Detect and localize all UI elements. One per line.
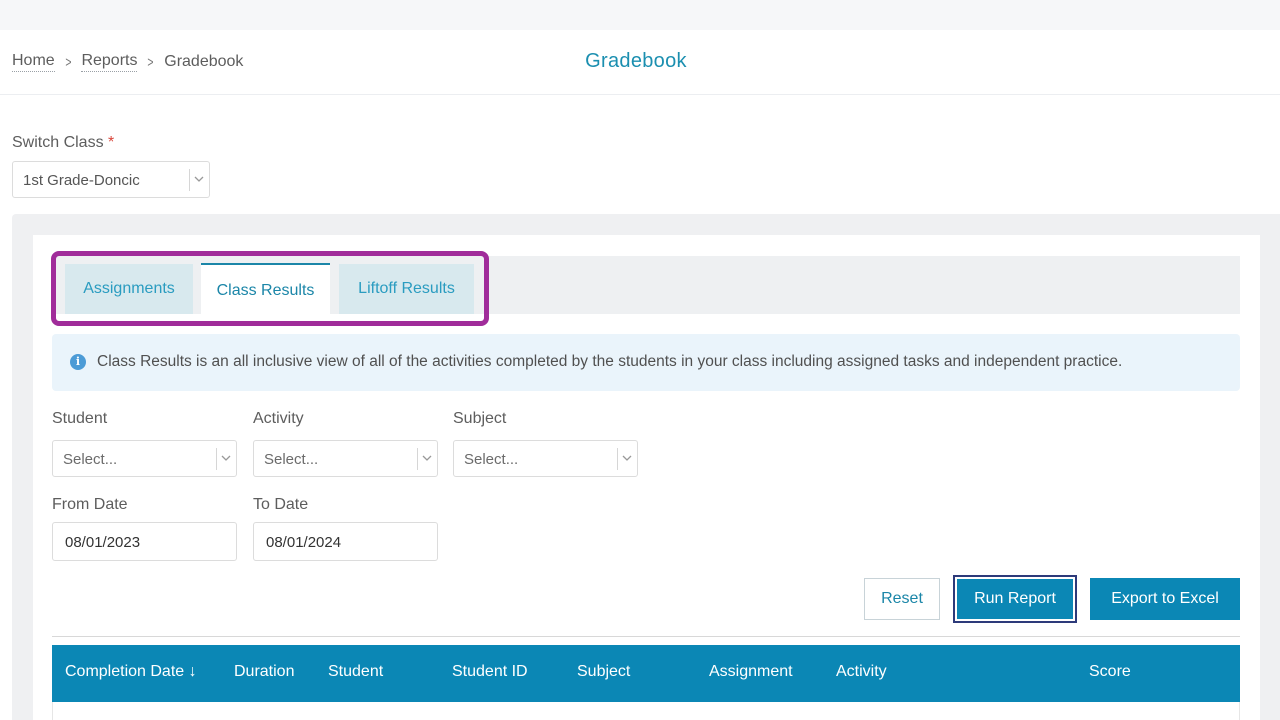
select-divider — [617, 448, 618, 470]
switch-class-select[interactable]: 1st Grade-Doncic — [12, 161, 210, 198]
switch-class-label-text: Switch Class — [12, 134, 104, 151]
info-text: Class Results is an all inclusive view o… — [97, 353, 1123, 370]
table-divider — [52, 636, 1240, 637]
sort-down-icon: ↓ — [188, 663, 197, 680]
results-table-body — [52, 702, 1240, 720]
chevron-down-icon — [221, 455, 231, 461]
tab-class-results[interactable]: Class Results — [201, 263, 330, 315]
run-report-button[interactable]: Run Report — [953, 575, 1077, 623]
info-icon: i — [70, 354, 86, 370]
to-date-input[interactable]: 08/01/2024 — [253, 522, 438, 561]
chevron-down-icon — [194, 176, 204, 182]
column-header-student[interactable]: Student — [328, 663, 383, 681]
student-label: Student — [52, 410, 108, 427]
column-header-completion-date-label: Completion Date — [65, 663, 185, 680]
from-date-input[interactable]: 08/01/2023 — [52, 522, 237, 561]
select-divider — [216, 448, 217, 470]
page-header: Home > Reports > Gradebook Gradebook — [0, 30, 1280, 95]
column-header-score[interactable]: Score — [1089, 663, 1131, 681]
subject-label: Subject — [453, 410, 507, 427]
select-divider — [189, 169, 190, 191]
subject-select-placeholder: Select... — [464, 451, 519, 468]
export-to-excel-button[interactable]: Export to Excel — [1090, 578, 1240, 620]
column-header-assignment[interactable]: Assignment — [709, 663, 793, 681]
from-date-label: From Date — [52, 496, 128, 513]
column-header-student-id[interactable]: Student ID — [452, 663, 528, 681]
student-select-placeholder: Select... — [63, 451, 118, 468]
column-header-subject[interactable]: Subject — [577, 663, 630, 681]
chevron-down-icon — [422, 455, 432, 461]
reset-button[interactable]: Reset — [864, 578, 940, 620]
column-header-completion-date[interactable]: Completion Date ↓ — [65, 663, 197, 681]
activity-select[interactable]: Select... — [253, 440, 438, 477]
column-header-duration[interactable]: Duration — [234, 663, 294, 681]
subject-select[interactable]: Select... — [453, 440, 638, 477]
switch-class-label: Switch Class * — [12, 134, 114, 152]
column-header-activity[interactable]: Activity — [836, 663, 887, 681]
results-table-header: Completion Date ↓ Duration Student Stude… — [52, 645, 1240, 702]
tab-assignments[interactable]: Assignments — [65, 264, 193, 314]
page-title: Gradebook — [585, 50, 687, 72]
student-select[interactable]: Select... — [52, 440, 237, 477]
activity-label: Activity — [253, 410, 304, 427]
required-mark: * — [108, 134, 115, 151]
info-banner: i Class Results is an all inclusive view… — [52, 334, 1240, 391]
select-divider — [417, 448, 418, 470]
top-strip — [0, 0, 1280, 30]
switch-class-value: 1st Grade-Doncic — [23, 172, 140, 189]
run-report-label: Run Report — [957, 579, 1073, 619]
chevron-down-icon — [622, 455, 632, 461]
activity-select-placeholder: Select... — [264, 451, 319, 468]
tab-liftoff-results[interactable]: Liftoff Results — [339, 264, 474, 314]
to-date-label: To Date — [253, 496, 309, 513]
